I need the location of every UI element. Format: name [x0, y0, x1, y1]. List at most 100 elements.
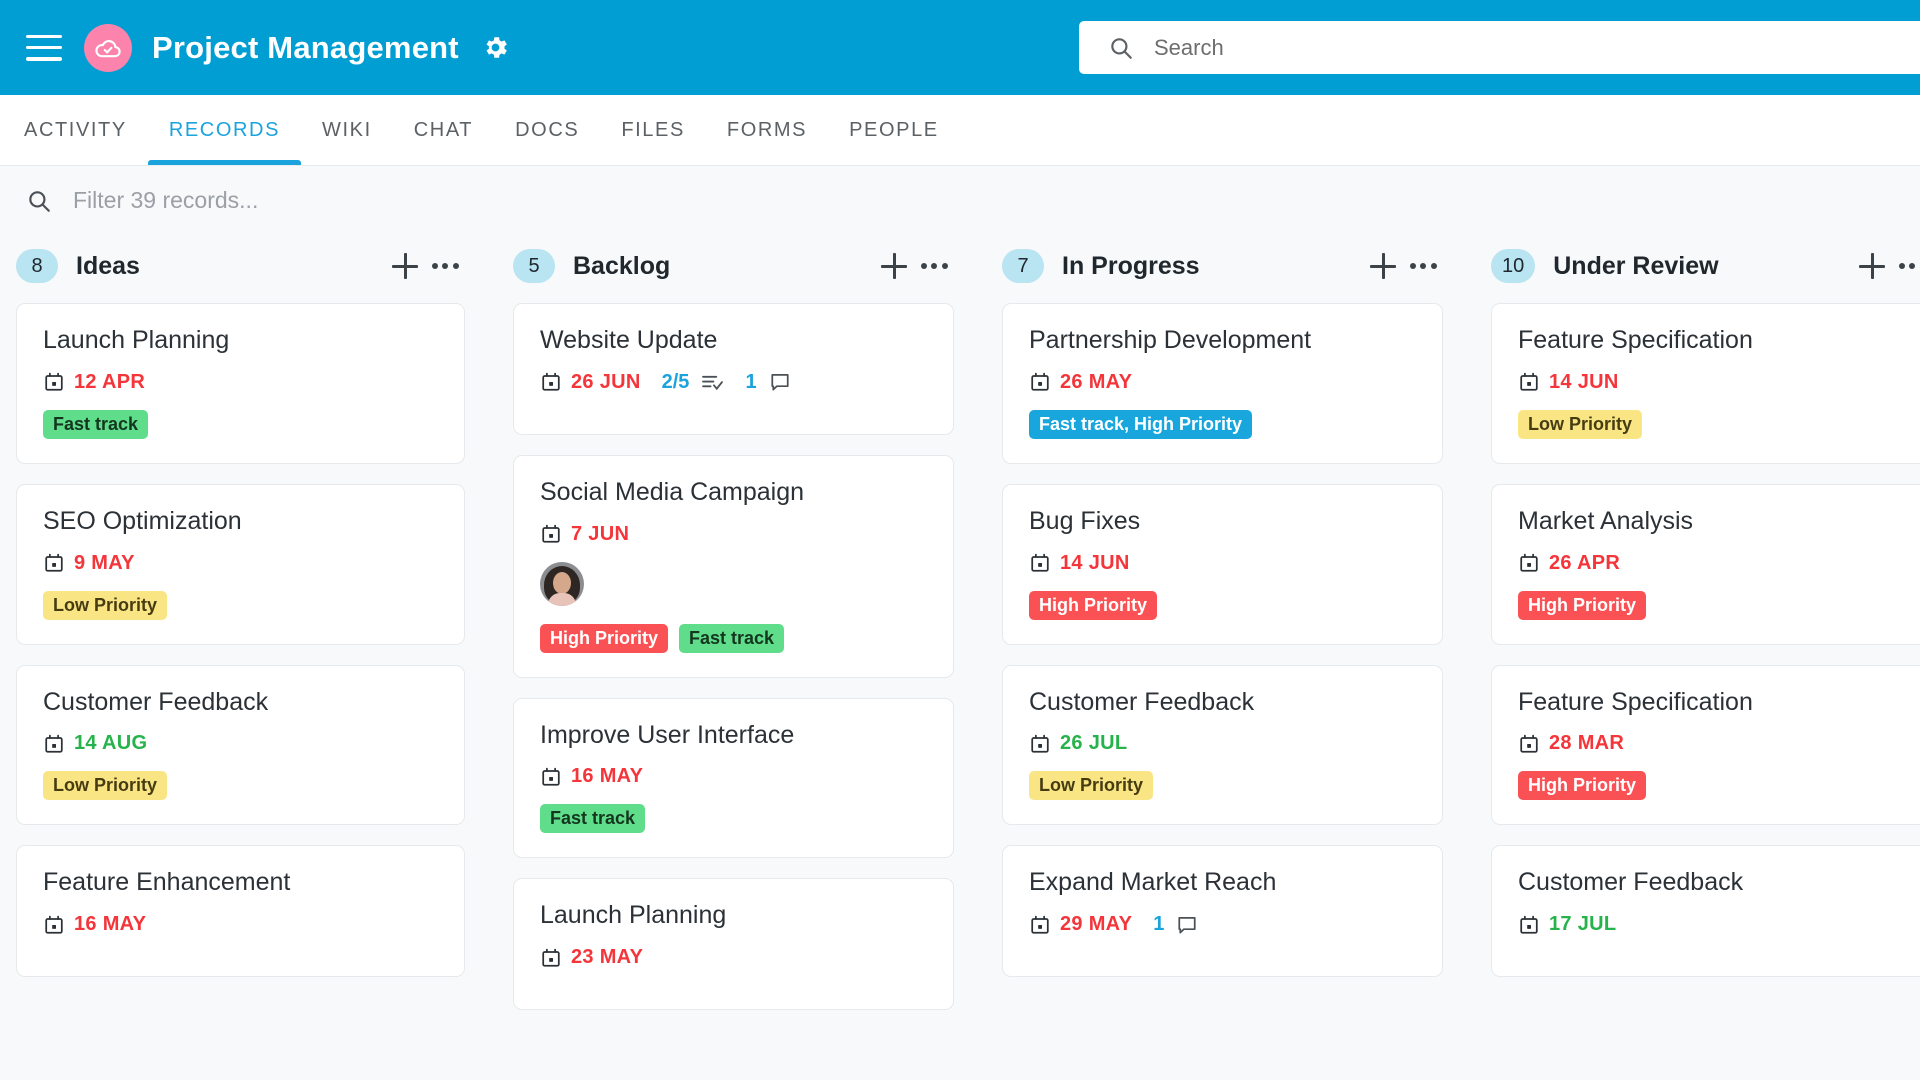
- search-icon: [1108, 35, 1134, 61]
- card-tag[interactable]: Low Priority: [1029, 771, 1154, 801]
- card-meta: 9 MAY: [43, 552, 438, 575]
- card-due-date: 14 JUN: [1549, 370, 1619, 393]
- kanban-card[interactable]: Expand Market Reach 29 MAY 1: [1002, 845, 1443, 977]
- card-title: Social Media Campaign: [540, 477, 805, 506]
- comment-icon: [1176, 915, 1198, 935]
- card-tag-list: High Priority: [1518, 590, 1905, 620]
- more-options-icon: [1898, 263, 1920, 269]
- card-meta: 26 APR: [1518, 552, 1905, 575]
- column-options-button[interactable]: [914, 246, 954, 286]
- kanban-card[interactable]: Market Analysis 26 APR High Priority: [1491, 483, 1920, 645]
- more-options-icon: [1409, 263, 1437, 269]
- tab-label: FORMS: [726, 118, 808, 141]
- calendar-icon: [1029, 552, 1051, 574]
- card-due-date: 26 APR: [1549, 551, 1621, 574]
- card-title: Feature Enhancement: [43, 868, 291, 897]
- kanban-card[interactable]: Social Media Campaign 7 JUN High Priority F…: [513, 454, 954, 678]
- column-options-button[interactable]: [1892, 246, 1920, 286]
- tab-forms[interactable]: FORMS: [706, 95, 828, 165]
- card-tag-list: Low Priority: [43, 590, 438, 620]
- card-tag[interactable]: Low Priority: [43, 771, 168, 801]
- tab-label: WIKI: [322, 118, 372, 141]
- kanban-card[interactable]: Improve User Interface 16 MAY Fast track: [513, 697, 954, 859]
- card-tag-list: High Priority: [1518, 771, 1905, 801]
- card-checklist-count: 2/5: [661, 370, 690, 393]
- column-title: Backlog: [573, 251, 671, 280]
- tab-people[interactable]: PEOPLE: [828, 95, 960, 165]
- kanban-card[interactable]: Bug Fixes 14 JUN High Priority: [1002, 483, 1443, 645]
- tab-docs[interactable]: DOCS: [494, 95, 600, 165]
- card-tag[interactable]: High Priority: [1518, 590, 1647, 620]
- calendar-icon: [540, 766, 562, 788]
- tab-wiki[interactable]: WIKI: [301, 95, 393, 165]
- column-title: Ideas: [76, 251, 140, 280]
- card-tag-list: Fast track: [540, 804, 927, 834]
- card-tag-list: High Priority: [1029, 590, 1416, 620]
- card-tag[interactable]: Fast track: [679, 623, 785, 653]
- card-due-date: 14 JUN: [1060, 551, 1130, 574]
- column-options-button[interactable]: [425, 246, 465, 286]
- calendar-icon: [1518, 733, 1540, 755]
- column-header: 7 In Progress: [1002, 235, 1443, 297]
- card-due-date: 28 MAR: [1549, 732, 1625, 755]
- card-meta: 29 MAY 1: [1029, 913, 1416, 936]
- card-tag[interactable]: Fast track: [540, 804, 646, 834]
- card-comment-count: 1: [1153, 913, 1165, 935]
- card-tag[interactable]: Low Priority: [43, 590, 168, 620]
- tab-activity[interactable]: ACTIVITY: [24, 95, 148, 165]
- column-title: Under Review: [1553, 251, 1719, 280]
- card-tag-list: Fast track, High Priority: [1029, 409, 1416, 439]
- card-due-date: 12 APR: [74, 370, 146, 393]
- card-meta: 28 MAR: [1518, 732, 1905, 755]
- column-title: In Progress: [1062, 251, 1200, 280]
- card-due-date: 26 JUL: [1060, 732, 1128, 755]
- kanban-card[interactable]: Launch Planning 12 APR Fast track: [16, 303, 465, 464]
- kanban-card[interactable]: Feature Specification 28 MAR High Priority: [1491, 664, 1920, 826]
- add-card-button[interactable]: [874, 246, 914, 286]
- kanban-card[interactable]: Launch Planning 23 MAY: [513, 878, 954, 1010]
- card-meta: 17 JUL: [1518, 913, 1905, 936]
- add-card-button[interactable]: [1363, 246, 1403, 286]
- card-tag[interactable]: High Priority: [540, 623, 669, 653]
- kanban-card[interactable]: Feature Specification 14 JUN Low Priority: [1491, 303, 1920, 464]
- column-options-button[interactable]: [1403, 246, 1443, 286]
- calendar-icon: [1029, 733, 1051, 755]
- calendar-icon: [1518, 914, 1540, 936]
- card-title: Customer Feedback: [1029, 687, 1255, 716]
- tab-files[interactable]: FILES: [600, 95, 706, 165]
- kanban-card[interactable]: Partnership Development 26 MAY Fast track,…: [1002, 303, 1443, 464]
- kanban-card[interactable]: Customer Feedback 14 AUG Low Priority: [16, 664, 465, 826]
- tab-chat[interactable]: CHAT: [393, 95, 494, 165]
- card-tag[interactable]: Fast track, High Priority: [1029, 409, 1253, 439]
- card-tag[interactable]: High Priority: [1029, 590, 1158, 620]
- search-bar[interactable]: [1079, 21, 1920, 74]
- add-card-button[interactable]: [1852, 246, 1892, 286]
- card-title: Partnership Development: [1029, 326, 1312, 354]
- kanban-card[interactable]: Feature Enhancement 16 MAY: [16, 845, 465, 977]
- calendar-icon: [1518, 371, 1540, 393]
- hamburger-menu-icon[interactable]: [26, 34, 62, 61]
- card-due-date: 16 MAY: [571, 765, 644, 788]
- more-options-icon: [431, 263, 459, 269]
- filter-records-input[interactable]: [73, 187, 673, 214]
- card-tag[interactable]: Fast track: [43, 409, 149, 439]
- column-card-list: Website Update 26 JUN 2/5 1 Social Media Cam…: [513, 297, 954, 1010]
- kanban-card[interactable]: Customer Feedback 26 JUL Low Priority: [1002, 664, 1443, 826]
- card-due-date: 23 MAY: [571, 946, 644, 968]
- kanban-card[interactable]: Website Update 26 JUN 2/5 1: [513, 303, 954, 435]
- search-input[interactable]: [1154, 34, 1804, 61]
- card-title: Feature Specification: [1518, 687, 1753, 716]
- board-column: 8 Ideas Launch Planning 12 APR Fast track SEO…: [0, 235, 489, 1080]
- kanban-card[interactable]: SEO Optimization 9 MAY Low Priority: [16, 483, 465, 645]
- card-title: Feature Specification: [1518, 326, 1753, 354]
- kanban-card[interactable]: Customer Feedback 17 JUL: [1491, 845, 1920, 977]
- add-card-button[interactable]: [385, 246, 425, 286]
- card-due-date: 7 JUN: [571, 522, 630, 545]
- card-tag[interactable]: Low Priority: [1518, 409, 1643, 439]
- card-tag[interactable]: High Priority: [1518, 771, 1647, 801]
- card-meta: 14 JUN: [1029, 552, 1416, 575]
- column-card-list: Partnership Development 26 MAY Fast track,…: [1002, 297, 1443, 977]
- gear-icon[interactable]: [481, 33, 510, 62]
- tab-records[interactable]: RECORDS: [147, 95, 302, 165]
- calendar-icon: [1029, 914, 1051, 936]
